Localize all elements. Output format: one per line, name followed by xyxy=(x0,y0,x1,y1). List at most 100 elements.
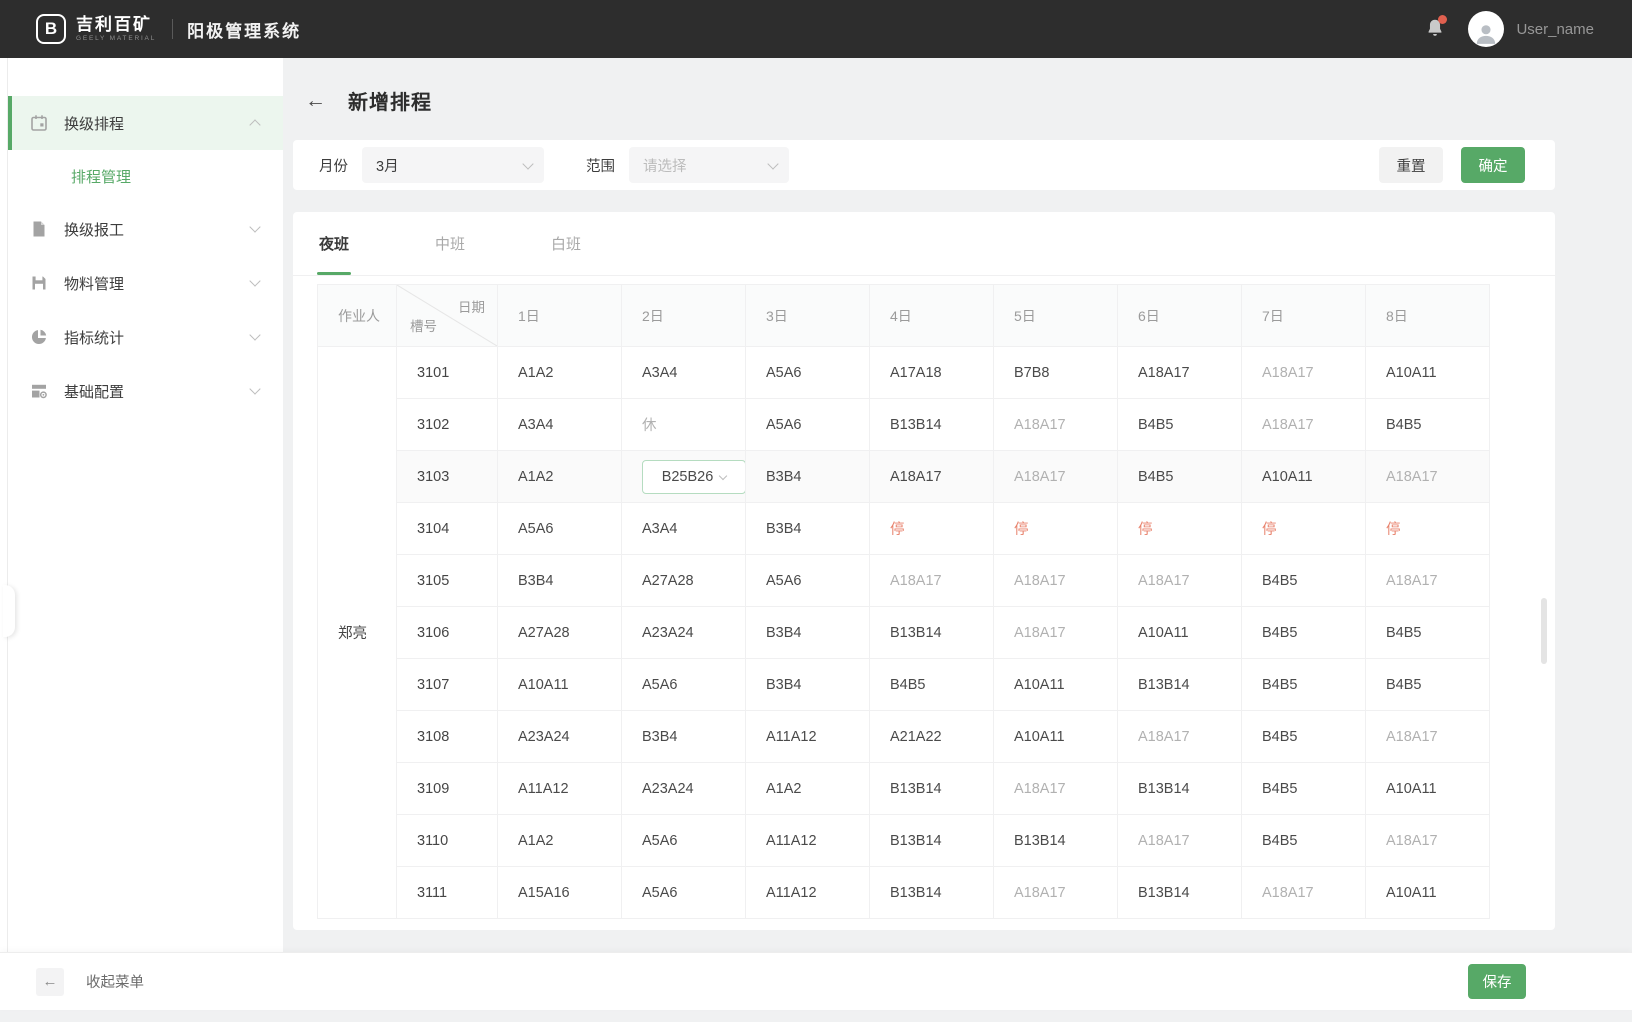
schedule-cell[interactable]: A5A6 xyxy=(498,503,622,555)
notification-bell-icon[interactable] xyxy=(1424,17,1446,41)
schedule-cell[interactable]: B3B4 xyxy=(746,451,870,503)
schedule-cell[interactable]: A10A11 xyxy=(994,659,1118,711)
schedule-cell[interactable]: A21A22 xyxy=(870,711,994,763)
schedule-cell[interactable]: A3A4 xyxy=(622,347,746,399)
schedule-cell[interactable]: A5A6 xyxy=(622,867,746,919)
schedule-cell[interactable]: B4B5 xyxy=(1118,451,1242,503)
collapse-menu-label[interactable]: 收起菜单 xyxy=(86,971,144,992)
schedule-cell[interactable]: B4B5 xyxy=(1242,763,1366,815)
avatar[interactable] xyxy=(1468,11,1504,47)
schedule-cell[interactable]: A18A17 xyxy=(870,451,994,503)
sidebar-subitem[interactable]: 排程管理 xyxy=(8,150,283,202)
schedule-cell[interactable]: A18A17 xyxy=(994,451,1118,503)
schedule-cell[interactable]: A18A17 xyxy=(1242,347,1366,399)
drawer-handle[interactable] xyxy=(3,585,15,637)
schedule-cell[interactable]: B13B14 xyxy=(870,815,994,867)
schedule-cell[interactable]: 停 xyxy=(994,503,1118,555)
schedule-cell[interactable]: A18A17 xyxy=(994,763,1118,815)
user-name[interactable]: User_name xyxy=(1516,21,1594,38)
schedule-cell[interactable]: A18A17 xyxy=(870,555,994,607)
schedule-cell[interactable]: A3A4 xyxy=(622,503,746,555)
schedule-cell[interactable]: 停 xyxy=(1366,503,1490,555)
schedule-cell[interactable]: A15A16 xyxy=(498,867,622,919)
schedule-cell[interactable]: A23A24 xyxy=(622,763,746,815)
schedule-cell[interactable]: A10A11 xyxy=(1366,347,1490,399)
sidebar-item[interactable]: 物料管理 xyxy=(8,256,283,310)
schedule-cell[interactable]: A18A17 xyxy=(1366,555,1490,607)
schedule-cell[interactable]: A18A17 xyxy=(1366,815,1490,867)
schedule-cell[interactable]: A1A2 xyxy=(498,347,622,399)
schedule-cell[interactable]: A18A17 xyxy=(994,867,1118,919)
schedule-cell[interactable]: A18A17 xyxy=(1366,451,1490,503)
schedule-cell[interactable]: B4B5 xyxy=(1366,607,1490,659)
schedule-cell[interactable]: A11A12 xyxy=(746,815,870,867)
schedule-cell[interactable]: A1A2 xyxy=(498,815,622,867)
schedule-cell[interactable]: A18A17 xyxy=(1242,399,1366,451)
schedule-cell[interactable]: A10A11 xyxy=(994,711,1118,763)
back-icon[interactable]: ← xyxy=(305,90,326,111)
schedule-cell[interactable]: B13B14 xyxy=(870,607,994,659)
schedule-cell[interactable]: A10A11 xyxy=(1366,867,1490,919)
range-select[interactable]: 请选择 xyxy=(629,147,789,183)
schedule-cell[interactable]: A10A11 xyxy=(1118,607,1242,659)
schedule-cell[interactable]: A1A2 xyxy=(746,763,870,815)
schedule-cell[interactable]: 停 xyxy=(870,503,994,555)
tab-夜班[interactable]: 夜班 xyxy=(319,212,349,275)
schedule-cell[interactable]: A11A12 xyxy=(746,867,870,919)
schedule-cell[interactable]: A18A17 xyxy=(994,555,1118,607)
schedule-cell[interactable]: A18A17 xyxy=(1118,555,1242,607)
schedule-cell[interactable]: 停 xyxy=(1242,503,1366,555)
schedule-cell[interactable]: B4B5 xyxy=(870,659,994,711)
collapse-menu-icon[interactable]: ← xyxy=(36,968,64,996)
schedule-cell[interactable]: A5A6 xyxy=(622,815,746,867)
schedule-cell[interactable]: A18A17 xyxy=(1366,711,1490,763)
schedule-cell[interactable]: A3A4 xyxy=(498,399,622,451)
schedule-cell[interactable]: B13B14 xyxy=(1118,867,1242,919)
month-select[interactable]: 3月 xyxy=(362,147,544,183)
schedule-cell[interactable]: A27A28 xyxy=(622,555,746,607)
schedule-cell[interactable]: B4B5 xyxy=(1242,659,1366,711)
sidebar-item[interactable]: 指标统计 xyxy=(8,310,283,364)
schedule-cell[interactable]: 停 xyxy=(1118,503,1242,555)
schedule-cell[interactable]: B13B14 xyxy=(870,867,994,919)
schedule-cell[interactable]: B13B14 xyxy=(994,815,1118,867)
schedule-cell[interactable]: A18A17 xyxy=(1118,711,1242,763)
schedule-cell[interactable]: A10A11 xyxy=(1242,451,1366,503)
schedule-cell[interactable]: A23A24 xyxy=(622,607,746,659)
schedule-cell[interactable]: B3B4 xyxy=(622,711,746,763)
schedule-cell[interactable]: A18A17 xyxy=(994,399,1118,451)
schedule-cell[interactable]: A5A6 xyxy=(622,659,746,711)
schedule-cell[interactable]: B3B4 xyxy=(746,607,870,659)
schedule-cell[interactable]: B3B4 xyxy=(746,503,870,555)
schedule-cell[interactable]: B13B14 xyxy=(1118,659,1242,711)
tab-中班[interactable]: 中班 xyxy=(435,212,465,275)
save-button[interactable]: 保存 xyxy=(1468,964,1526,999)
sidebar-item[interactable]: 基础配置 xyxy=(8,364,283,418)
schedule-cell[interactable]: A17A18 xyxy=(870,347,994,399)
schedule-cell[interactable]: B4B5 xyxy=(1242,607,1366,659)
schedule-cell[interactable]: A18A17 xyxy=(1242,867,1366,919)
schedule-cell[interactable]: A18A17 xyxy=(1118,815,1242,867)
schedule-cell[interactable]: B13B14 xyxy=(870,763,994,815)
schedule-cell[interactable]: A18A17 xyxy=(994,607,1118,659)
schedule-cell[interactable]: B4B5 xyxy=(1366,399,1490,451)
sidebar-item[interactable]: 换级报工 xyxy=(8,202,283,256)
schedule-cell[interactable]: B13B14 xyxy=(1118,763,1242,815)
schedule-cell[interactable]: 休 xyxy=(622,399,746,451)
schedule-cell[interactable]: B4B5 xyxy=(1242,711,1366,763)
schedule-cell[interactable]: B7B8 xyxy=(994,347,1118,399)
schedule-cell[interactable]: A23A24 xyxy=(498,711,622,763)
schedule-cell[interactable]: A5A6 xyxy=(746,555,870,607)
schedule-cell[interactable]: B4B5 xyxy=(1366,659,1490,711)
schedule-cell[interactable]: A1A2 xyxy=(498,451,622,503)
schedule-cell[interactable]: A11A12 xyxy=(498,763,622,815)
schedule-cell[interactable]: A11A12 xyxy=(746,711,870,763)
schedule-cell[interactable]: A10A11 xyxy=(1366,763,1490,815)
sidebar-item[interactable]: 换级排程 xyxy=(8,96,283,150)
schedule-cell[interactable]: A10A11 xyxy=(498,659,622,711)
vertical-scrollbar-thumb[interactable] xyxy=(1541,598,1547,664)
schedule-cell[interactable]: B4B5 xyxy=(1118,399,1242,451)
schedule-cell[interactable]: A5A6 xyxy=(746,347,870,399)
tab-白班[interactable]: 白班 xyxy=(551,212,581,275)
cell-select[interactable]: B25B26 xyxy=(642,460,746,494)
